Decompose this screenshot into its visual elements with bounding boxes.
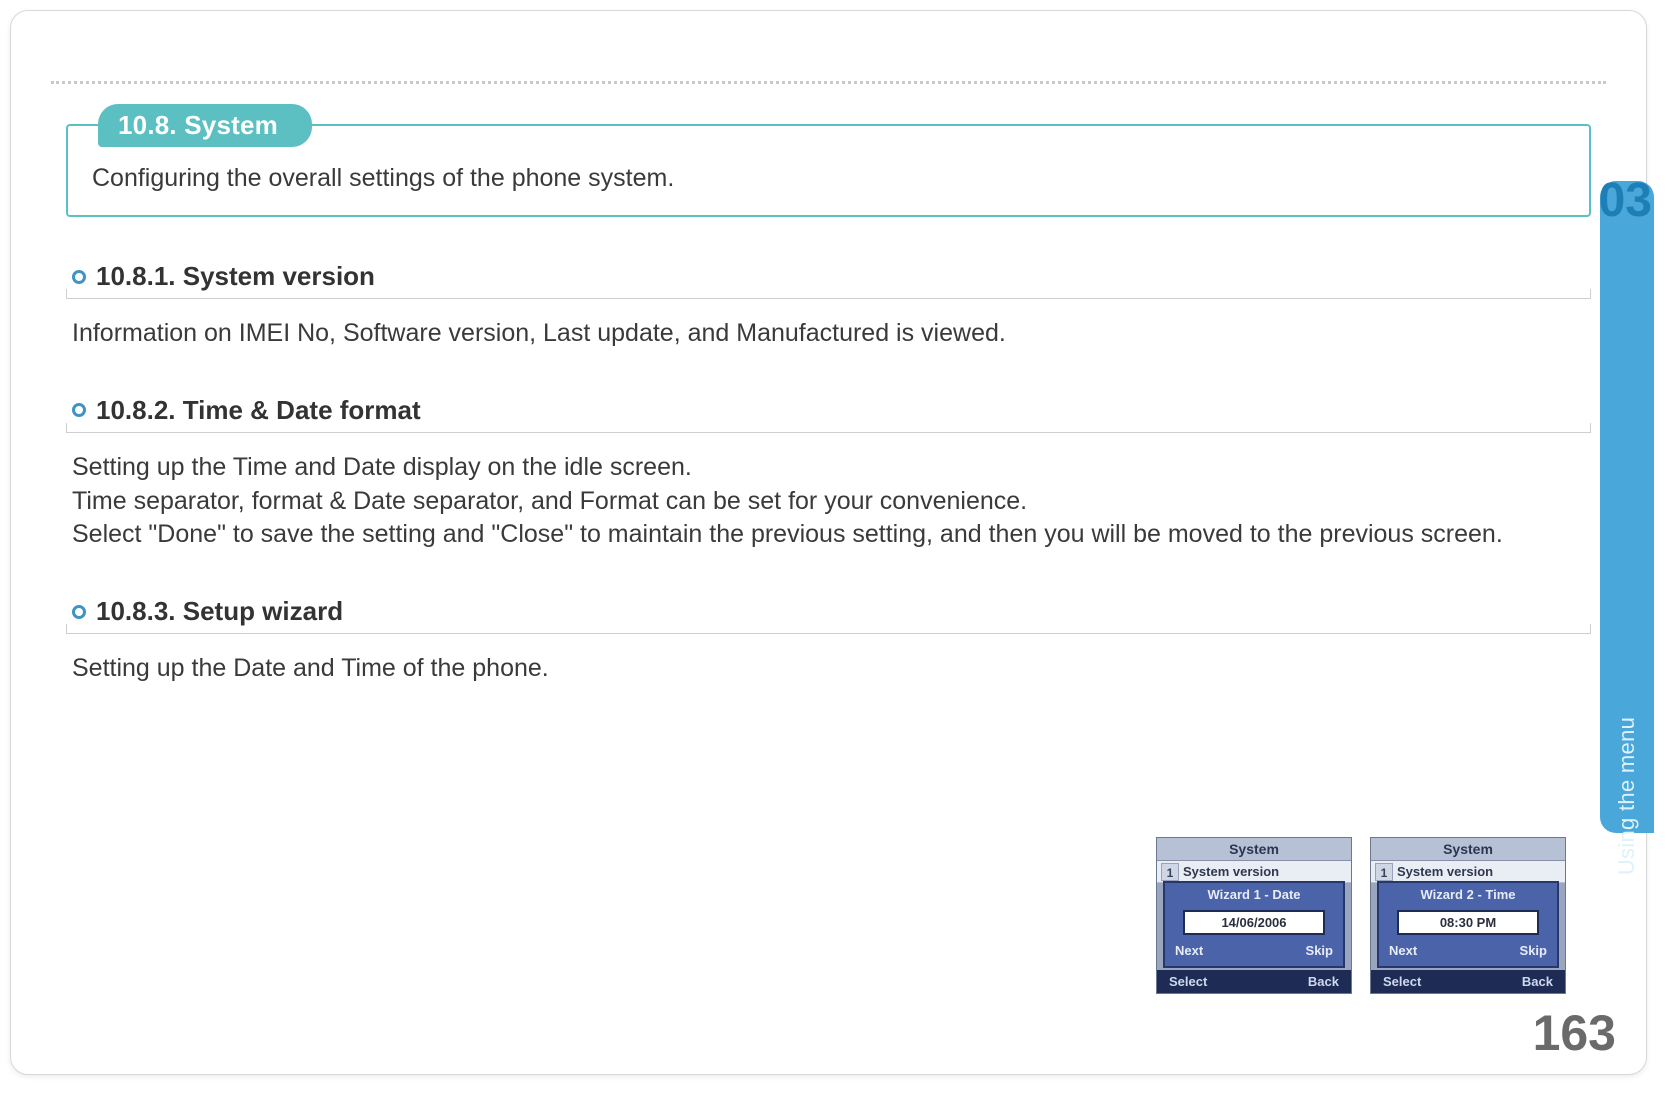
subsection-time-date-format: 10.8.2. Time & Date format Setting up th… <box>66 395 1591 552</box>
wizard-dialog: Wizard 2 - Time 08:30 PM Next Skip <box>1377 881 1559 968</box>
wizard-input-value: 14/06/2006 <box>1183 910 1325 935</box>
softbar-back: Back <box>1308 974 1339 989</box>
phone-mock-time: System 1 System version Wizard 2 - Time … <box>1370 837 1566 994</box>
wizard-input-value: 08:30 PM <box>1397 910 1539 935</box>
subsection-heading-text: 10.8.2. Time & Date format <box>96 395 421 426</box>
phone-screenshots: System 1 System version Wizard 1 - Date … <box>1156 837 1566 994</box>
section-tab: 10.8. System <box>98 104 312 147</box>
list-item: 1 System version <box>1371 861 1565 883</box>
section-box: 10.8. System Configuring the overall set… <box>66 124 1591 217</box>
subsection-heading: 10.8.2. Time & Date format <box>66 395 1591 433</box>
wizard-title: Wizard 1 - Date <box>1165 883 1343 906</box>
softbar-select: Select <box>1383 974 1421 989</box>
subsection-heading-text: 10.8.3. Setup wizard <box>96 596 343 627</box>
list-number: 1 <box>1375 863 1393 881</box>
phone-screen: System 1 System version Wizard 2 - Time … <box>1370 837 1566 994</box>
phone-title: System <box>1157 838 1351 861</box>
subsection-body: Setting up the Date and Time of the phon… <box>72 652 1585 686</box>
dotted-separator <box>51 81 1606 84</box>
wizard-softkeys: Next Skip <box>1379 941 1557 962</box>
subsection-heading: 10.8.3. Setup wizard <box>66 596 1591 634</box>
subsection-body: Information on IMEI No, Software version… <box>72 317 1585 351</box>
softkey-next: Next <box>1175 943 1203 958</box>
softbar-back: Back <box>1522 974 1553 989</box>
list-label: System version <box>1397 864 1493 879</box>
subsection-heading: 10.8.1. System version <box>66 261 1591 299</box>
phone-title: System <box>1371 838 1565 861</box>
softkey-next: Next <box>1389 943 1417 958</box>
softbar-select: Select <box>1169 974 1207 989</box>
chapter-number: 03 <box>1599 173 1652 228</box>
subsection-heading-text: 10.8.1. System version <box>96 261 375 292</box>
wizard-dialog: Wizard 1 - Date 14/06/2006 Next Skip <box>1163 881 1345 968</box>
softkey-skip: Skip <box>1520 943 1547 958</box>
subsection-system-version: 10.8.1. System version Information on IM… <box>66 261 1591 351</box>
bullet-icon <box>72 605 86 619</box>
phone-softbar: Select Back <box>1371 970 1565 993</box>
wizard-title: Wizard 2 - Time <box>1379 883 1557 906</box>
manual-page: 10.8. System Configuring the overall set… <box>10 10 1647 1075</box>
list-number: 1 <box>1161 863 1179 881</box>
section-description: Configuring the overall settings of the … <box>92 164 1565 193</box>
subsection-body: Setting up the Time and Date display on … <box>72 451 1585 552</box>
phone-mock-date: System 1 System version Wizard 1 - Date … <box>1156 837 1352 994</box>
side-tab: 03 Using the menu <box>1600 181 1654 833</box>
chapter-label: Using the menu <box>1614 717 1640 875</box>
list-item: 1 System version <box>1157 861 1351 883</box>
phone-softbar: Select Back <box>1157 970 1351 993</box>
subsection-setup-wizard: 10.8.3. Setup wizard Setting up the Date… <box>66 596 1591 686</box>
bullet-icon <box>72 403 86 417</box>
softkey-skip: Skip <box>1306 943 1333 958</box>
list-label: System version <box>1183 864 1279 879</box>
phone-screen: System 1 System version Wizard 1 - Date … <box>1156 837 1352 994</box>
bullet-icon <box>72 270 86 284</box>
page-number: 163 <box>1533 1004 1616 1062</box>
wizard-softkeys: Next Skip <box>1165 941 1343 962</box>
